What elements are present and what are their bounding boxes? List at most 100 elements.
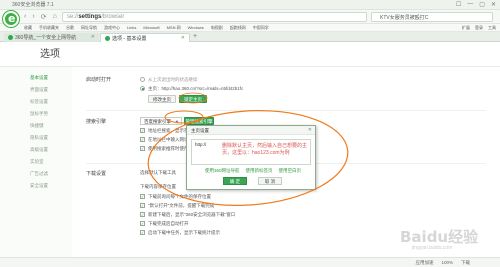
download-option-checkbox[interactable]: ✓ <box>140 203 145 208</box>
bookmark-item[interactable]: Links <box>127 25 136 30</box>
bookmark-item[interactable]: 电视剧 <box>211 25 223 31</box>
zoom-level[interactable]: 100% <box>441 260 453 266</box>
search-input[interactable]: KTV女服务员被殴打C <box>371 12 493 22</box>
download-option-label: 新建下载后，显示"360安全浏览器下载"窗口 <box>148 212 236 217</box>
url-input[interactable]: se://settings/browser <box>62 12 367 22</box>
address-toolbar: ‹ › ⟳ ⌂ se://settings/browser KTV女服务员被殴打… <box>0 10 500 27</box>
tab-close-icon[interactable]: ✕ <box>91 34 95 40</box>
divider <box>0 66 500 67</box>
bookmark-item[interactable]: 手机收藏夹 <box>39 25 59 31</box>
downloads-button[interactable]: 下载 <box>461 260 470 266</box>
instruction-text: 删除默认主页，然后输入自己想要的主页，这里以：hao123.com为例 <box>222 143 308 156</box>
use-new-tab-link[interactable]: 使用新标签页 <box>246 168 273 174</box>
modify-homepage-button[interactable]: 修改主页 <box>148 95 176 103</box>
tools-button[interactable]: 工具 <box>488 25 496 31</box>
sidebar-item-security[interactable]: 安全设置 <box>30 183 48 189</box>
minimize-button[interactable]: — <box>467 1 473 8</box>
download-option-label: 下载完成后自动打开 <box>148 221 189 226</box>
sidebar-item-privacy[interactable]: 隐私设置 <box>30 135 48 141</box>
bookmarks-right-tools: 扩展 登录 工具 <box>462 25 496 31</box>
dialog-title: 主页设置 <box>191 128 209 133</box>
bookmark-item[interactable]: 起跑线网 <box>230 25 246 31</box>
download-option-checkbox[interactable]: ✓ <box>140 230 145 235</box>
homepage-preset-links: 使用360网址导航 使用新标签页 使用空白页 <box>205 168 301 174</box>
download-option-checkbox[interactable]: ✓ <box>140 221 145 226</box>
sidebar-item-lab[interactable]: 实验室 <box>30 159 44 165</box>
browser-logo-icon[interactable] <box>3 11 19 27</box>
bookmark-item[interactable]: 收藏 <box>24 25 32 31</box>
search-engine-label: 搜索引擎 <box>86 119 107 125</box>
homepage-settings-dialog: 主页设置 ✕ http:// 删除默认主页，然后输入自己想要的主页，这里以：ha… <box>186 125 316 190</box>
startup-restore-label: 从上次退出时的状态继续 <box>148 77 198 82</box>
sidebar-item-shortcuts[interactable]: 快捷键 <box>30 123 44 129</box>
reload-icon[interactable]: ⟳ <box>41 13 47 21</box>
settings-sidebar: 基本设置 界面设置 标签设置 鼠标手势 快捷键 隐私设置 高级设置 实验室 广告… <box>0 67 72 267</box>
url-host: settings <box>78 14 102 20</box>
search-engine-select[interactable]: 百度搜索引擎 ▼ <box>140 117 182 125</box>
bookmark-item[interactable]: 游戏中心 <box>104 25 120 31</box>
tab-favicon-icon <box>8 35 13 40</box>
bookmark-item[interactable]: 中国同学 <box>253 25 269 31</box>
homepage-url-value: http:// <box>195 142 207 147</box>
sidebar-item-adblock[interactable]: 广告过滤 <box>30 171 48 177</box>
close-window-button[interactable]: ✕ <box>491 1 496 8</box>
download-option-label: 启动下载中任务，显示下载统计提示 <box>148 230 220 235</box>
download-label: 下载设置 <box>86 171 107 177</box>
download-option-checkbox[interactable]: ✓ <box>140 212 145 217</box>
forward-icon[interactable]: › <box>32 13 34 21</box>
bookmark-item[interactable]: MSN 网 <box>167 25 181 31</box>
download-path-label: 下载内容保存位置 <box>140 184 176 189</box>
sidebar-item-gestures[interactable]: 鼠标手势 <box>30 111 48 117</box>
maximize-button[interactable]: ▢ <box>479 1 485 8</box>
tab-360-nav[interactable]: 360导航_一个安全上网导航 ✕ <box>4 33 99 42</box>
bookmark-item[interactable]: Windows <box>188 25 204 30</box>
watermark: Baidu经验 <box>400 228 479 246</box>
search-option-checkbox[interactable]: ✓ <box>140 137 145 142</box>
sidebar-item-advanced[interactable]: 高级设置 <box>30 147 48 153</box>
title-bar: 360安全浏览器 7.1 ☐ — ▢ ✕ <box>0 0 500 10</box>
tab-close-icon[interactable]: ✕ <box>181 35 185 41</box>
login-button[interactable]: 登录 <box>475 25 483 31</box>
url-scheme: se:// <box>67 14 79 20</box>
dialog-header: 主页设置 ✕ <box>187 126 315 135</box>
bookmark-item[interactable]: Microsoft <box>143 25 159 30</box>
startup-homepage-radio[interactable] <box>140 86 145 91</box>
use-360-nav-link[interactable]: 使用360网址导航 <box>205 168 240 174</box>
use-blank-page-link[interactable]: 使用空白页 <box>279 168 302 174</box>
sidebar-item-basic[interactable]: 基本设置 <box>30 75 48 81</box>
accelerate-button[interactable]: 应用加速 <box>415 260 433 266</box>
sidebar-item-interface[interactable]: 界面设置 <box>30 87 48 93</box>
new-tab-button[interactable]: + <box>193 33 197 40</box>
search-engine-value: 百度搜索引擎 <box>144 119 171 124</box>
tab-settings[interactable]: 选项 - 基本设置 ✕ <box>100 33 190 42</box>
chevron-down-icon: ▼ <box>175 119 179 124</box>
back-icon[interactable]: ‹ <box>24 13 26 21</box>
ok-button[interactable]: 确 定 <box>223 177 247 185</box>
manage-search-button[interactable]: 管理搜索引擎 <box>184 117 214 125</box>
watermark-url: jingyan.baidu.com <box>412 245 453 251</box>
tab-favicon-icon <box>105 36 110 41</box>
lock-homepage-button[interactable]: 锁定主页 <box>179 95 207 103</box>
section-divider <box>86 110 486 111</box>
extensions-button[interactable]: 扩展 <box>462 25 470 31</box>
cancel-button[interactable]: 取 消 <box>258 177 282 185</box>
nav-buttons: ‹ › ⟳ ⌂ <box>24 13 57 21</box>
search-query: KTV女服务员被殴打C <box>380 15 429 21</box>
search-option-checkbox[interactable]: ✓ <box>140 128 145 133</box>
homepage-url-textarea[interactable]: http:// 删除默认主页，然后输入自己想要的主页，这里以：hao123.co… <box>191 139 311 165</box>
bookmark-item[interactable]: 网址导航 <box>81 25 97 31</box>
window-controls: ☐ — ▢ ✕ <box>456 1 496 8</box>
url-text: se://settings/browser <box>67 14 124 20</box>
skin-icon[interactable]: ☐ <box>456 1 461 8</box>
url-path: /browser <box>101 14 125 20</box>
close-icon[interactable]: ✕ <box>308 127 312 133</box>
tab-label: 360导航_一个安全上网导航 <box>15 35 77 41</box>
search-option-checkbox[interactable]: ✓ <box>140 146 145 151</box>
bookmark-item[interactable]: 谷歌 <box>66 25 74 31</box>
status-bar: 应用加速 100% 下载 <box>0 257 500 267</box>
download-option-checkbox[interactable]: ✓ <box>140 194 145 199</box>
startup-restore-radio[interactable] <box>140 77 145 82</box>
home-icon[interactable]: ⌂ <box>53 13 57 21</box>
sidebar-item-tabs[interactable]: 标签设置 <box>30 99 48 105</box>
download-option-label: "默认打开"文件前，提醒下载完成 <box>148 203 215 208</box>
